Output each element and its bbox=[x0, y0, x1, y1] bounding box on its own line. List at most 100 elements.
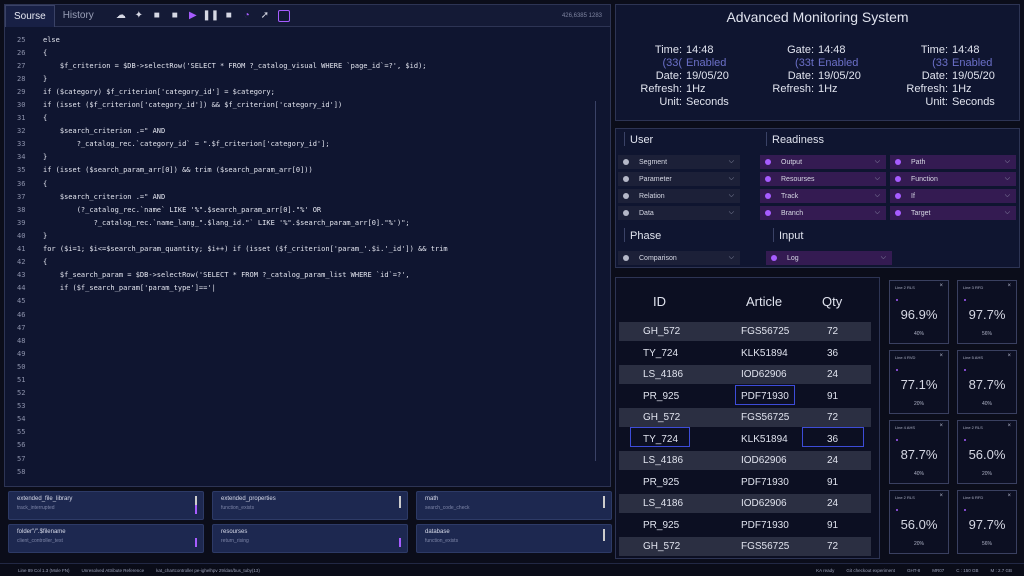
filter-item[interactable]: Comparison ⌵ bbox=[618, 251, 740, 265]
snippet-title: extended_file_library bbox=[17, 496, 73, 502]
filter-item[interactable]: Parameter ⌵ bbox=[618, 172, 740, 186]
snippet-card[interactable]: database function_exists bbox=[416, 524, 612, 553]
close-icon[interactable]: × bbox=[939, 283, 943, 289]
filter-item[interactable]: Relation ⌵ bbox=[618, 189, 740, 203]
line-code: if (isset ($f_criterion['category_id']) … bbox=[43, 101, 343, 110]
play-icon[interactable]: ▶ bbox=[184, 5, 202, 27]
tab-history[interactable]: History bbox=[55, 5, 102, 27]
filter-item[interactable]: Path ⌵ bbox=[890, 155, 1016, 169]
close-icon[interactable]: × bbox=[1007, 283, 1011, 289]
filter-item[interactable]: Data ⌵ bbox=[618, 206, 740, 220]
code-line: 26 { bbox=[5, 46, 610, 59]
column-header-qty[interactable]: Qty bbox=[822, 294, 842, 309]
table-cell: LS_4186 bbox=[643, 498, 684, 509]
gauge-title: Line 2 RLS bbox=[895, 495, 915, 500]
section-phase: Phase bbox=[623, 228, 662, 242]
filter-item[interactable]: Resourses ⌵ bbox=[760, 172, 886, 186]
table-row[interactable]: PR_925 PDF71930 91 bbox=[619, 473, 871, 492]
snippet-card[interactable]: folder"/".$filename client_controller_te… bbox=[8, 524, 204, 553]
line-code: $f_search_param = $DB->selectRow('SELECT… bbox=[43, 271, 410, 280]
cursor-icon[interactable]: ➚ bbox=[256, 5, 274, 27]
snippet-indicator bbox=[603, 496, 605, 508]
filter-item[interactable]: Output ⌵ bbox=[760, 155, 886, 169]
gauge-widget[interactable]: Line 6 RFD × 97.7% 56% bbox=[957, 490, 1017, 554]
chevron-down-icon: ⌵ bbox=[1004, 158, 1010, 165]
close-icon[interactable]: × bbox=[939, 353, 943, 359]
gauge-widget[interactable]: Line 5 AHS × 87.7% 40% bbox=[957, 350, 1017, 414]
filter-item[interactable]: If ⌵ bbox=[890, 189, 1016, 203]
code-line: 57 bbox=[5, 452, 610, 465]
gauge-widget[interactable]: Line 4 AHS × 87.7% 40% bbox=[889, 420, 949, 484]
table-row[interactable]: PR_925 PDF71930 91 bbox=[619, 516, 871, 535]
monitor-value: 1Hz bbox=[952, 83, 972, 95]
close-icon[interactable]: × bbox=[1007, 493, 1011, 499]
gauge-title: Line 6 RFD bbox=[963, 495, 984, 500]
stop-icon[interactable]: ■ bbox=[166, 5, 184, 27]
clock-icon[interactable]: ◔ bbox=[238, 5, 256, 27]
pause-icon[interactable]: ❚❚ bbox=[202, 5, 220, 27]
puzzle-icon[interactable]: ✦ bbox=[130, 5, 148, 27]
record-icon[interactable] bbox=[277, 9, 290, 22]
radio-icon bbox=[765, 176, 771, 182]
snippet-card[interactable]: extended_properties function_exists bbox=[212, 491, 408, 520]
column-header-article[interactable]: Article bbox=[746, 294, 782, 309]
table-row[interactable]: GH_572 FGS56725 72 bbox=[619, 408, 871, 427]
monitor-title: Advanced Monitoring System bbox=[726, 9, 909, 25]
filter-label: Target bbox=[911, 209, 931, 217]
table-row[interactable]: LS_4186 IOD62906 24 bbox=[619, 451, 871, 470]
table-row[interactable]: GH_572 FGS56725 72 bbox=[619, 322, 871, 341]
table-row[interactable]: LS_4186 IOD62906 24 bbox=[619, 365, 871, 384]
editor-toolbar: Sourse History ☁ ✦ ■ ■ ▶ ❚❚ ■ ◔ ➚ 426,63… bbox=[5, 4, 610, 27]
table-cell: PR_925 bbox=[643, 476, 680, 488]
filter-item[interactable]: Log ⌵ bbox=[766, 251, 892, 265]
filter-item[interactable]: Track ⌵ bbox=[760, 189, 886, 203]
snippet-indicator bbox=[603, 529, 605, 541]
line-number: 46 bbox=[17, 310, 26, 319]
editor-scrollbar[interactable] bbox=[595, 101, 596, 461]
filter-item[interactable]: Target ⌵ bbox=[890, 206, 1016, 220]
gauge-widget[interactable]: Line 2 RLS × 56.0% 20% bbox=[889, 490, 949, 554]
table-row[interactable]: TY_724 KLK51894 36 bbox=[619, 344, 871, 363]
close-icon[interactable]: × bbox=[939, 423, 943, 429]
line-code: if (isset ($search_param_arr[0]) && trim… bbox=[43, 166, 313, 175]
filter-item[interactable]: Function ⌵ bbox=[890, 172, 1016, 186]
code-line: 27 $f_criterion = $DB->selectRow('SELECT… bbox=[5, 59, 610, 72]
cell-highlight bbox=[735, 385, 795, 405]
snippet-indicator bbox=[195, 505, 197, 514]
close-icon[interactable]: × bbox=[1007, 423, 1011, 429]
table-row[interactable]: GH_572 FGS56725 72 bbox=[619, 537, 871, 556]
snippet-card[interactable]: extended_file_library track_interrupted bbox=[8, 491, 204, 520]
code-line: 56 bbox=[5, 439, 610, 452]
line-number: 52 bbox=[17, 389, 26, 398]
status-git[interactable]: Git checkout experiment bbox=[846, 568, 895, 573]
cloud-icon[interactable]: ☁ bbox=[112, 5, 130, 27]
line-number: 38 bbox=[17, 205, 26, 214]
stop-icon[interactable]: ■ bbox=[148, 5, 166, 27]
monitor-row: Unit: Seconds bbox=[616, 96, 729, 109]
gauge-widget[interactable]: Line 3 RFD × 97.7% 56% bbox=[957, 280, 1017, 344]
snippet-card[interactable]: math search_code_check bbox=[416, 491, 612, 520]
gauge-widget[interactable]: Line 2 RLS × 96.9% 40% bbox=[889, 280, 949, 344]
status-warning[interactable]: Unresolved Attribute Reference bbox=[82, 568, 145, 573]
filter-item[interactable]: Branch ⌵ bbox=[760, 206, 886, 220]
table-row[interactable]: LS_4186 IOD62906 24 bbox=[619, 494, 871, 513]
table-cell: 72 bbox=[827, 541, 839, 552]
code-line: 32 $search_criterion .=" AND bbox=[5, 125, 610, 138]
close-icon[interactable]: × bbox=[939, 493, 943, 499]
stop-icon[interactable]: ■ bbox=[220, 5, 238, 27]
snippet-card[interactable]: resourses return_rising bbox=[212, 524, 408, 553]
line-number: 28 bbox=[17, 74, 26, 83]
line-number: 33 bbox=[17, 140, 26, 149]
filter-item[interactable]: Segment ⌵ bbox=[618, 155, 740, 169]
tab-source[interactable]: Sourse bbox=[5, 4, 55, 27]
line-number: 56 bbox=[17, 441, 26, 450]
column-header-id[interactable]: ID bbox=[653, 294, 666, 309]
code-area[interactable]: 25 else 26 {27 $f_criterion = $DB->selectRo… bbox=[5, 33, 610, 486]
close-icon[interactable]: × bbox=[1007, 353, 1011, 359]
chevron-down-icon: ⌵ bbox=[728, 254, 734, 261]
gauge-widget[interactable]: Line 4 RVD × 77.1% 20% bbox=[889, 350, 949, 414]
gauge-widget[interactable]: Line 2 RLS × 56.0% 20% bbox=[957, 420, 1017, 484]
line-number: 50 bbox=[17, 362, 26, 371]
code-line: 49 bbox=[5, 347, 610, 360]
gauge-value: 87.7% bbox=[900, 447, 938, 462]
